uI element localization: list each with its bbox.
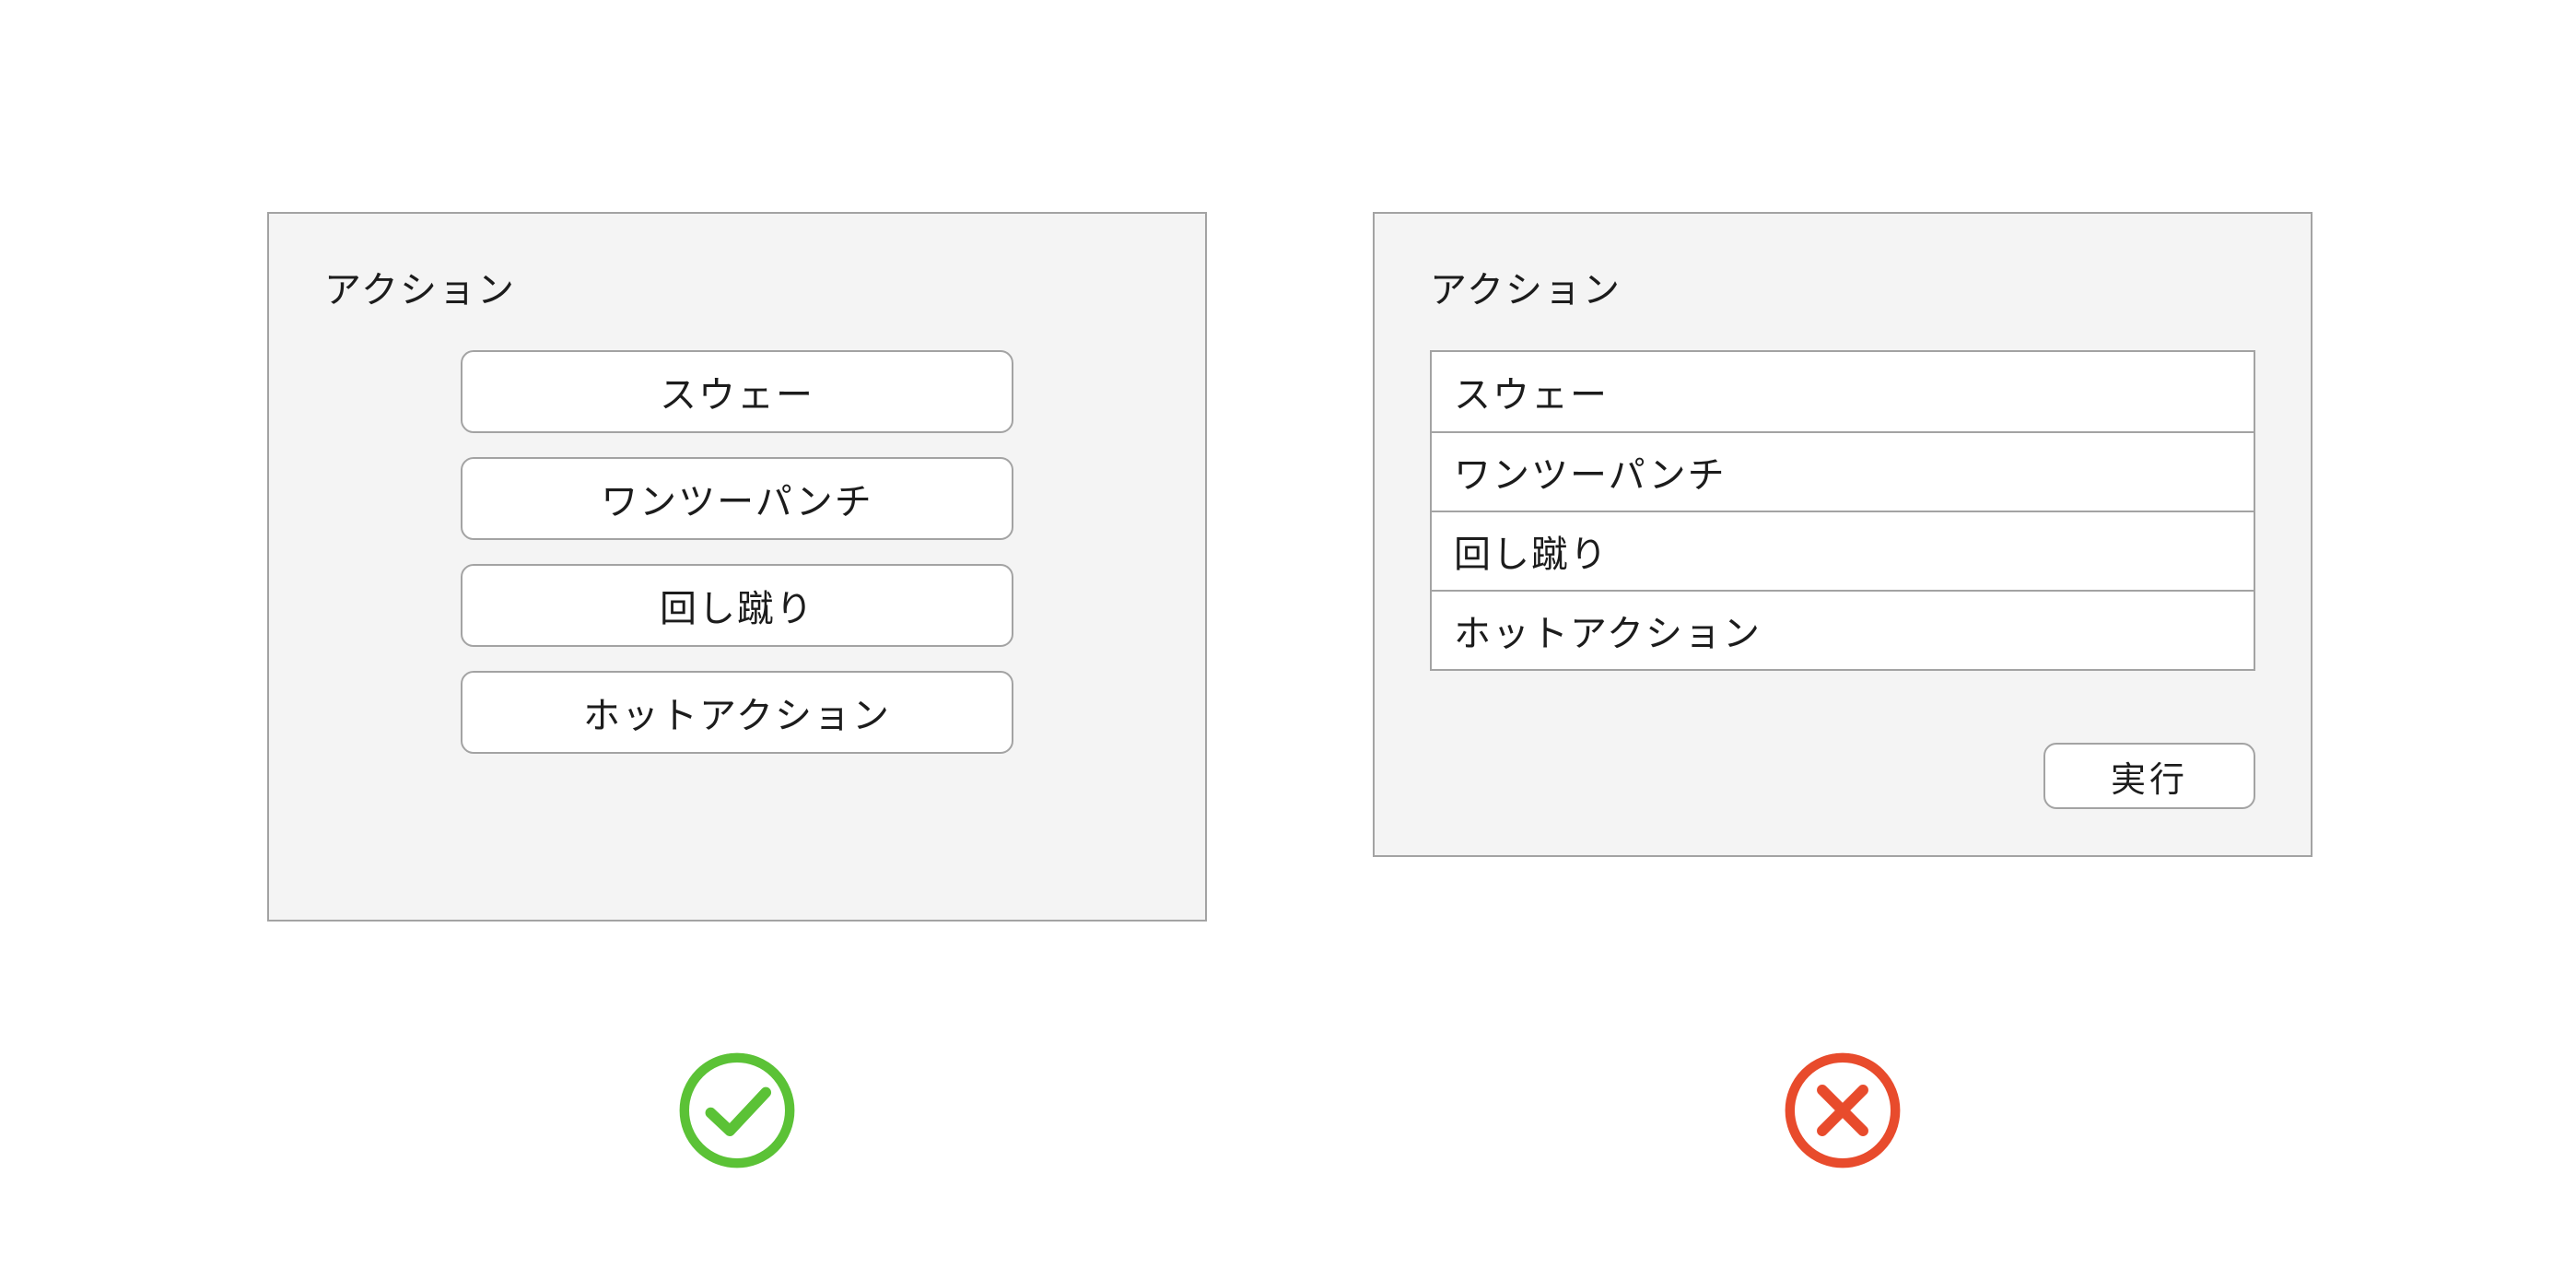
good-example-panel: アクション スウェー ワンツーパンチ 回し蹴り ホットアクション (267, 212, 1207, 922)
action-button[interactable]: スウェー (461, 350, 1013, 433)
bad-panel-title: アクション (1430, 260, 2255, 313)
action-button[interactable]: ワンツーパンチ (461, 457, 1013, 540)
good-action-list: スウェー ワンツーパンチ 回し蹴り ホットアクション (324, 350, 1150, 754)
list-item[interactable]: スウェー (1432, 352, 2254, 431)
cross-icon (1783, 1051, 1903, 1170)
action-button[interactable]: 回し蹴り (461, 564, 1013, 647)
checkmark-icon (677, 1051, 797, 1170)
list-item[interactable]: ホットアクション (1432, 590, 2254, 669)
action-button[interactable]: ホットアクション (461, 671, 1013, 754)
list-item[interactable]: ワンツーパンチ (1432, 431, 2254, 511)
good-panel-title: アクション (324, 260, 1150, 313)
list-item[interactable]: 回し蹴り (1432, 511, 2254, 590)
bad-example-panel: アクション スウェー ワンツーパンチ 回し蹴り ホットアクション 実行 (1373, 212, 2313, 857)
comparison-diagram: アクション スウェー ワンツーパンチ 回し蹴り ホットアクション アクション ス… (0, 0, 2576, 1268)
execute-button[interactable]: 実行 (2043, 743, 2255, 809)
bad-action-list: スウェー ワンツーパンチ 回し蹴り ホットアクション (1430, 350, 2255, 671)
